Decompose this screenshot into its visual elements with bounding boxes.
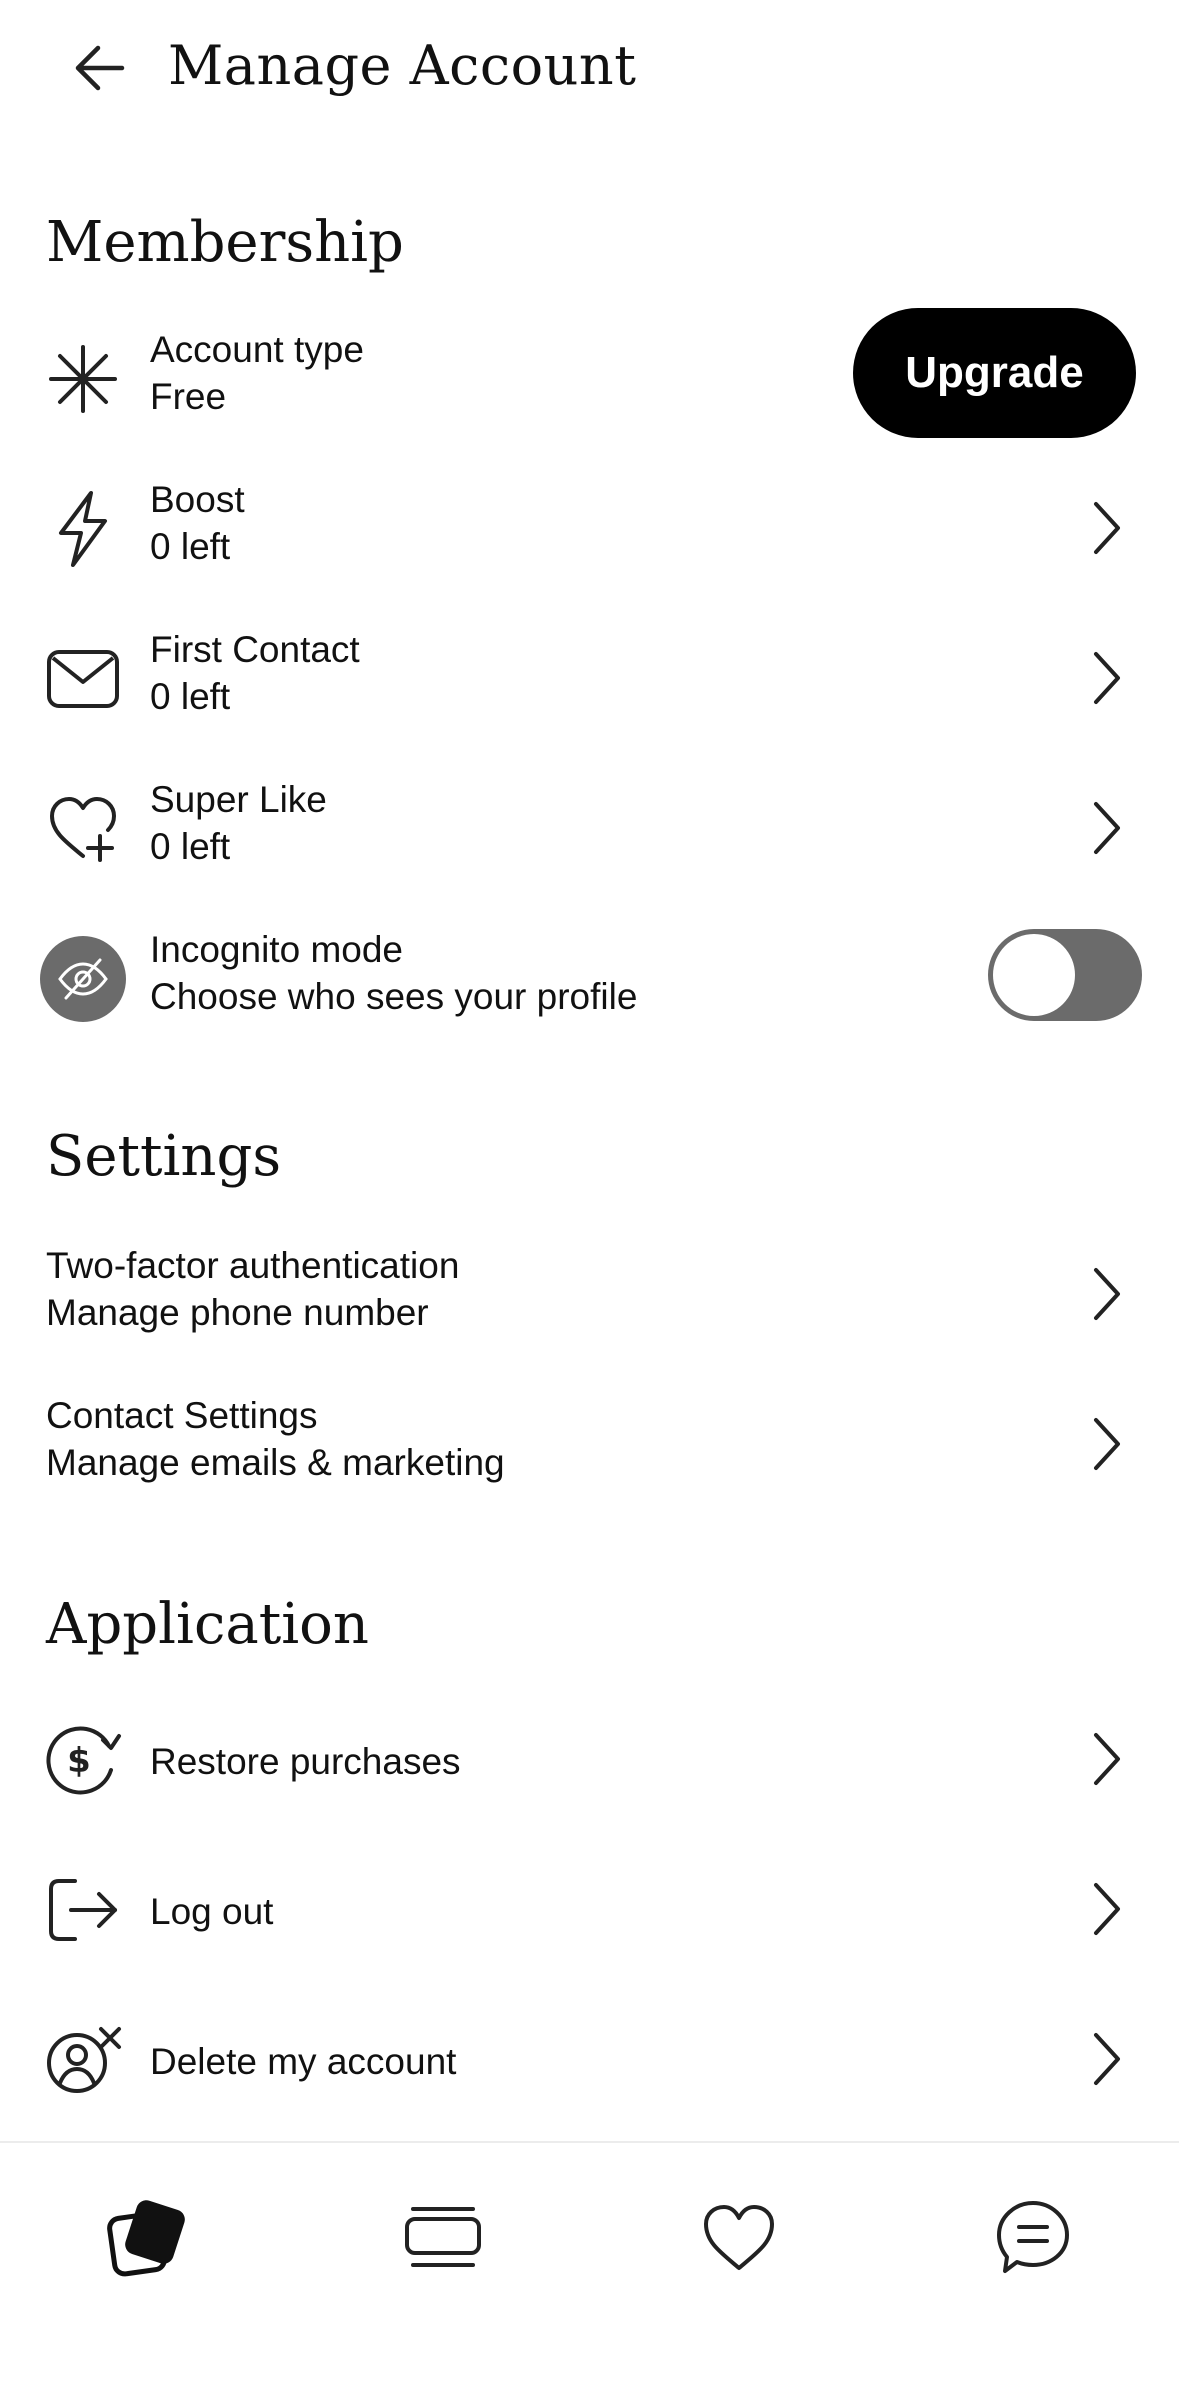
dollar-refresh-icon: $ xyxy=(38,1715,128,1805)
incognito-value: Choose who sees your profile xyxy=(150,976,638,1017)
envelope-icon xyxy=(38,634,128,724)
tab-chats[interactable] xyxy=(978,2183,1088,2293)
account-type-label: Account type xyxy=(150,329,364,370)
logout-label: Log out xyxy=(150,1891,274,1932)
header: Manage Account xyxy=(0,0,1179,130)
incognito-texts: Incognito mode Choose who sees your prof… xyxy=(150,926,637,1020)
incognito-toggle[interactable] xyxy=(988,929,1142,1021)
section-title-membership: Membership xyxy=(46,210,404,275)
first-contact-row[interactable]: First Contact 0 left xyxy=(0,604,1179,744)
super-like-texts: Super Like 0 left xyxy=(150,776,327,870)
section-title-application: Application xyxy=(46,1592,369,1657)
two-factor-label: Two-factor authentication xyxy=(46,1245,460,1286)
chevron-right-icon xyxy=(1094,1733,1120,1785)
chevron-right-icon xyxy=(1094,2033,1120,2085)
first-contact-value: 0 left xyxy=(150,676,231,717)
contact-settings-value: Manage emails & marketing xyxy=(46,1442,505,1483)
chevron-right-icon xyxy=(1094,1883,1120,1935)
chevron-right-icon xyxy=(1094,1418,1120,1470)
super-like-label: Super Like xyxy=(150,779,327,820)
chevron-right-icon xyxy=(1094,502,1120,554)
delete-account-row[interactable]: Delete my account xyxy=(0,1985,1179,2125)
account-type-value: Free xyxy=(150,376,227,417)
first-contact-label: First Contact xyxy=(150,629,360,670)
page-title: Manage Account xyxy=(168,34,637,97)
restore-purchases-row[interactable]: $ Restore purchases xyxy=(0,1685,1179,1825)
restore-purchases-label: Restore purchases xyxy=(150,1741,461,1782)
two-factor-value: Manage phone number xyxy=(46,1292,429,1333)
incognito-label: Incognito mode xyxy=(150,929,404,970)
delete-account-label: Delete my account xyxy=(150,2041,457,2082)
section-title-settings: Settings xyxy=(46,1124,282,1189)
svg-text:$: $ xyxy=(67,1741,91,1781)
arrow-left-icon xyxy=(75,45,125,91)
first-contact-texts: First Contact 0 left xyxy=(150,626,360,720)
chevron-right-icon xyxy=(1094,802,1120,854)
chevron-right-icon xyxy=(1094,1268,1120,1320)
two-factor-texts: Two-factor authentication Manage phone n… xyxy=(46,1242,459,1336)
asterisk-icon xyxy=(38,334,128,424)
logout-row[interactable]: Log out xyxy=(0,1835,1179,1975)
boost-row[interactable]: Boost 0 left xyxy=(0,454,1179,594)
tab-discover[interactable] xyxy=(90,2183,200,2293)
two-factor-row[interactable]: Two-factor authentication Manage phone n… xyxy=(0,1220,1179,1360)
heart-icon xyxy=(704,2205,774,2270)
contact-settings-row[interactable]: Contact Settings Manage emails & marketi… xyxy=(0,1370,1179,1510)
contact-settings-texts: Contact Settings Manage emails & marketi… xyxy=(46,1392,505,1486)
user-remove-icon xyxy=(38,2015,128,2105)
bottom-nav xyxy=(0,2141,1179,2398)
boost-label: Boost xyxy=(150,479,245,520)
stack-icon xyxy=(405,2207,481,2267)
upgrade-button[interactable]: Upgrade xyxy=(853,308,1136,438)
logout-icon xyxy=(38,1865,128,1955)
toggle-knob xyxy=(993,934,1075,1016)
super-like-value: 0 left xyxy=(150,826,231,867)
chat-icon xyxy=(997,2201,1069,2273)
cards-icon xyxy=(107,2200,185,2277)
boost-value: 0 left xyxy=(150,526,231,567)
heart-plus-icon xyxy=(38,784,128,874)
tab-likes[interactable] xyxy=(684,2183,794,2293)
lightning-icon xyxy=(38,484,128,574)
super-like-row[interactable]: Super Like 0 left xyxy=(0,754,1179,894)
tab-stack[interactable] xyxy=(388,2183,498,2293)
account-type-texts: Account type Free xyxy=(150,326,364,420)
contact-settings-label: Contact Settings xyxy=(46,1395,318,1436)
boost-texts: Boost 0 left xyxy=(150,476,245,570)
eye-slash-icon xyxy=(38,934,128,1024)
chevron-right-icon xyxy=(1094,652,1120,704)
back-button[interactable] xyxy=(62,30,138,106)
